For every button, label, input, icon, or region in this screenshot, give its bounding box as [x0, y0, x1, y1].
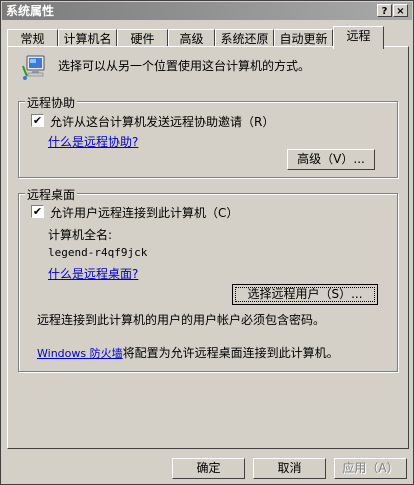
remote-assistance-checkbox[interactable]: ✔: [31, 114, 44, 127]
system-properties-window: 系统属性 ? × 常规 计算机名 硬件 高级 系统还原 自动更新 远程 选择可以…: [0, 0, 414, 485]
tab-remote[interactable]: 远程: [333, 26, 384, 49]
firewall-note-text: 将配置为允许远程桌面连接到此计算机。: [122, 346, 339, 360]
close-button[interactable]: ×: [393, 4, 408, 17]
password-note: 远程连接到此计算机的用户的用户帐户必须包含密码。: [37, 313, 326, 327]
cancel-button[interactable]: 取消: [253, 458, 326, 479]
apply-button[interactable]: 应用（A）: [334, 458, 407, 479]
remote-assistance-group-title: 远程协助: [25, 94, 78, 111]
computer-fullname-value: legend-r4qf9jck: [48, 246, 148, 259]
remote-assistance-group: 远程协助 ✔ 允许从这台计算机发送远程协助邀请（R） 什么是远程协助? 高级（V…: [18, 94, 398, 178]
computer-fullname-label: 计算机全名:: [48, 228, 113, 242]
advanced-button[interactable]: 高级（V）...: [287, 149, 375, 170]
remote-desktop-group: 远程桌面 ✔ 允许用户远程连接到此计算机（C） 计算机全名: legend-r4…: [18, 186, 398, 372]
intro-text: 选择可以从另一个位置使用这台计算机的方式。: [58, 59, 311, 73]
ok-button[interactable]: 确定: [172, 458, 245, 479]
window-title: 系统属性: [6, 4, 55, 18]
firewall-note: Windows 防火墙将配置为允许远程桌面连接到此计算机。: [37, 344, 339, 361]
remote-assistance-help-link[interactable]: 什么是远程协助?: [48, 133, 138, 150]
computer-icon: [22, 54, 48, 82]
select-remote-users-button[interactable]: 选择远程用户（S）...: [232, 284, 378, 305]
windows-firewall-link[interactable]: Windows 防火墙: [37, 347, 123, 360]
remote-desktop-help-link[interactable]: 什么是远程桌面?: [48, 265, 138, 282]
remote-desktop-checkbox-label[interactable]: 允许用户远程连接到此计算机（C）: [50, 204, 238, 221]
help-button[interactable]: ?: [377, 4, 392, 17]
remote-desktop-group-title: 远程桌面: [25, 186, 78, 203]
remote-assistance-checkbox-label[interactable]: 允许从这台计算机发送远程协助邀请（R）: [50, 113, 274, 130]
remote-tab-panel: 选择可以从另一个位置使用这台计算机的方式。 远程协助 ✔ 允许从这台计算机发送远…: [7, 46, 409, 449]
remote-desktop-checkbox[interactable]: ✔: [31, 205, 44, 218]
title-bar[interactable]: 系统属性 ? ×: [2, 2, 412, 20]
